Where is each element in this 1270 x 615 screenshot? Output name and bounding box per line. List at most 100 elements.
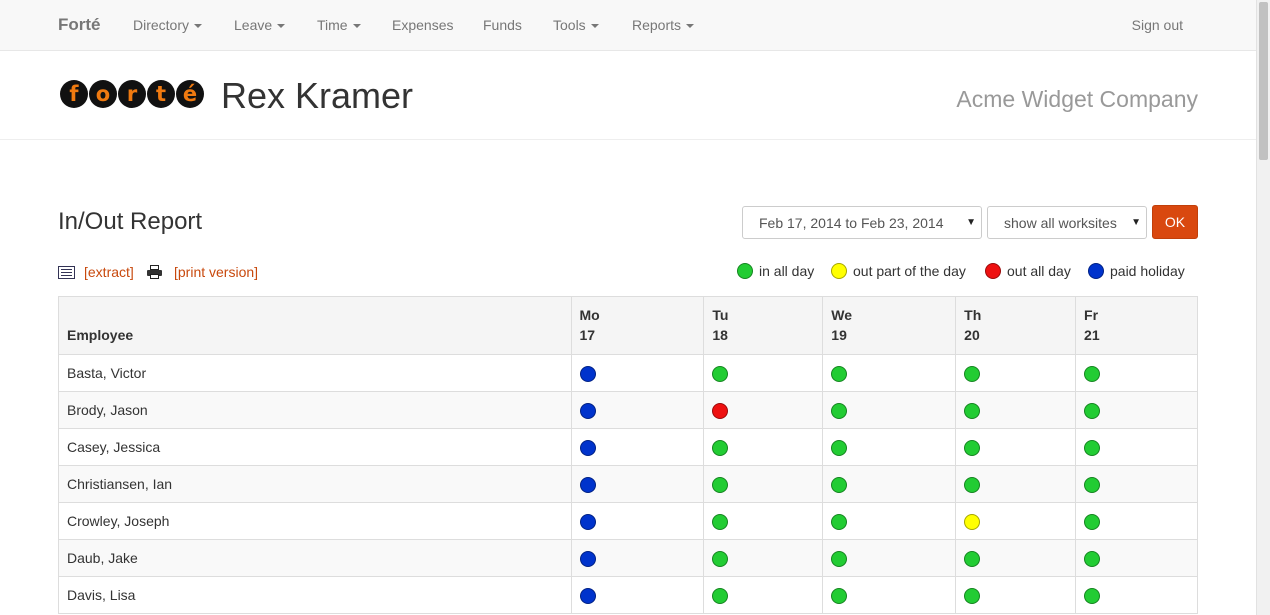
legend-label: paid holiday	[1110, 263, 1185, 279]
table-row: Daub, Jake	[58, 539, 1198, 577]
status-cell	[1075, 354, 1198, 392]
status-cell	[955, 428, 1077, 466]
status-dot-icon	[964, 587, 981, 604]
legend-paid-holiday: paid holiday	[1088, 263, 1185, 279]
status-dot-icon	[831, 365, 848, 382]
nav-directory[interactable]: Directory	[133, 17, 203, 33]
nav-directory-label: Directory	[133, 17, 190, 33]
status-dot-icon	[964, 365, 981, 382]
legend-label: out part of the day	[853, 263, 966, 279]
extract-link[interactable]: [extract]	[84, 264, 134, 280]
status-cell	[955, 539, 1077, 577]
status-cell	[703, 502, 824, 540]
table-row: Christiansen, Ian	[58, 465, 1198, 503]
nav-time[interactable]: Time	[317, 17, 361, 33]
status-dot-icon	[831, 550, 848, 567]
worksite-select[interactable]: show all worksites ▼	[987, 206, 1147, 239]
table-row: Brody, Jason	[58, 391, 1198, 429]
status-dot-icon	[831, 587, 848, 604]
dropdown-arrow-icon: ▼	[1131, 217, 1141, 228]
status-cell	[955, 502, 1077, 540]
day-date: 19	[831, 327, 847, 343]
extract-link-text[interactable]: [extract]	[84, 264, 134, 280]
status-cell	[822, 428, 957, 466]
status-cell	[570, 502, 705, 540]
caret-down-icon	[194, 24, 203, 29]
nav-expenses[interactable]: Expenses	[392, 17, 453, 33]
print-link[interactable]: [print version]	[174, 264, 258, 280]
table-header-row: Employee Mo 17 Tu 18 We 19 Th 20 Fr 21	[58, 296, 1198, 355]
status-cell	[822, 502, 957, 540]
date-range-select[interactable]: Feb 17, 2014 to Feb 23, 2014 ▼	[742, 206, 982, 239]
company-name: Acme Widget Company	[956, 86, 1198, 112]
status-dot-icon	[579, 587, 596, 604]
status-dot-icon	[712, 550, 729, 567]
status-dot-icon	[1084, 365, 1101, 382]
red-dot-icon	[985, 263, 1001, 279]
status-dot-icon	[1084, 513, 1101, 530]
extract-icon[interactable]	[58, 266, 75, 279]
legend-out-part-of-day: out part of the day	[831, 263, 966, 279]
status-cell	[955, 465, 1077, 503]
caret-down-icon	[686, 24, 695, 29]
status-cell	[703, 391, 824, 429]
table-row: Crowley, Joseph	[58, 502, 1198, 540]
status-cell	[1075, 502, 1198, 540]
day-date: 17	[579, 327, 596, 343]
caret-down-icon	[352, 24, 361, 29]
scrollbar-thumb[interactable]	[1259, 2, 1268, 160]
table-row: Basta, Victor	[58, 354, 1198, 392]
vertical-scrollbar[interactable]	[1256, 0, 1270, 615]
employee-name: Casey, Jessica	[58, 428, 572, 466]
status-cell	[1075, 539, 1198, 577]
sign-out-link[interactable]: Sign out	[1132, 17, 1183, 33]
nav-reports[interactable]: Reports	[632, 17, 695, 33]
worksite-value: show all worksites	[1004, 215, 1117, 231]
status-cell	[1075, 428, 1198, 466]
ok-button[interactable]: OK	[1152, 205, 1198, 239]
green-dot-icon	[737, 263, 753, 279]
status-cell	[822, 465, 957, 503]
status-cell	[955, 354, 1077, 392]
logo-letter: o	[89, 80, 117, 108]
day-column-header: We 19	[822, 296, 957, 355]
table-body: Basta, Victor Brody, Jason Casey, Jessica C…	[58, 354, 1198, 614]
table-row: Casey, Jessica	[58, 428, 1198, 466]
employee-name: Brody, Jason	[58, 391, 572, 429]
status-dot-icon	[831, 513, 848, 530]
page-title: In/Out Report	[58, 208, 203, 235]
status-cell	[570, 576, 705, 614]
employee-name: Basta, Victor	[58, 354, 572, 392]
nav-time-label: Time	[317, 17, 348, 33]
status-cell	[570, 465, 705, 503]
brand-link[interactable]: Forté	[58, 15, 101, 35]
status-cell	[822, 539, 957, 577]
status-cell	[703, 428, 824, 466]
nav-tools[interactable]: Tools	[553, 17, 599, 33]
status-dot-icon	[1084, 402, 1101, 419]
day-abbrev: Mo	[579, 307, 600, 323]
status-dot-icon	[1084, 476, 1101, 493]
status-dot-icon	[1084, 439, 1101, 456]
dropdown-arrow-icon: ▼	[966, 217, 976, 228]
day-date: 18	[712, 327, 728, 343]
printer-icon[interactable]	[147, 265, 162, 279]
page: Forté Directory Leave Time Expenses Fund…	[0, 0, 1270, 615]
caret-down-icon	[590, 24, 599, 29]
legend-label: out all day	[1007, 263, 1071, 279]
day-abbrev: We	[831, 307, 853, 323]
status-cell	[822, 354, 957, 392]
status-dot-icon	[1084, 587, 1101, 604]
status-dot-icon	[579, 550, 596, 567]
status-cell	[570, 539, 705, 577]
employee-column-header: Employee	[58, 296, 572, 355]
day-date: 20	[964, 327, 980, 343]
print-link-text[interactable]: [print version]	[174, 264, 258, 280]
caret-down-icon	[277, 24, 286, 29]
nav-funds[interactable]: Funds	[483, 17, 522, 33]
status-cell	[703, 465, 824, 503]
status-cell	[703, 354, 824, 392]
nav-reports-label: Reports	[632, 17, 682, 33]
user-name: Rex Kramer	[221, 75, 414, 116]
nav-leave[interactable]: Leave	[234, 17, 286, 33]
